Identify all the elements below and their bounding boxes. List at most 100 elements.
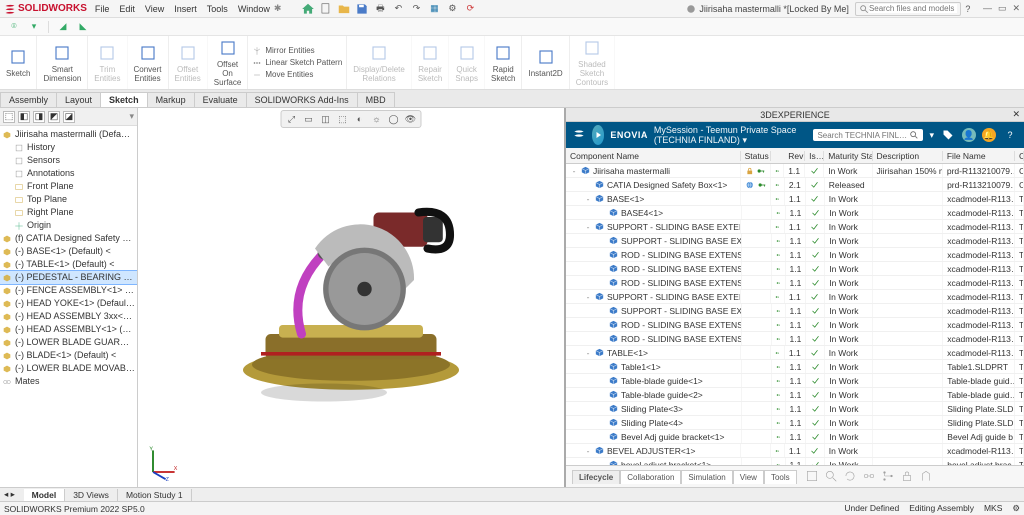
tool-refresh-icon[interactable] bbox=[843, 469, 857, 485]
col-filename[interactable]: File Name bbox=[943, 151, 1015, 161]
table-row[interactable]: ROD - SLIDING BASE EXTENSION<3>1.1In Wor… bbox=[566, 248, 1024, 262]
col-description[interactable]: Description bbox=[873, 151, 943, 161]
user-avatar-icon[interactable]: 👤 bbox=[962, 128, 976, 142]
status-gear-icon[interactable]: ⚙ bbox=[1012, 503, 1020, 514]
doc-tab-3d-views[interactable]: 3D Views bbox=[65, 489, 118, 501]
table-row[interactable]: -SUPPORT - SLIDING BASE EXTENSION-RH<1>1… bbox=[566, 290, 1024, 304]
fm-tab-icon[interactable]: ⬚ bbox=[3, 111, 15, 123]
qa-icon[interactable]: ◢ bbox=[55, 20, 71, 34]
feature-tree-item[interactable]: Annotations bbox=[0, 167, 137, 180]
qa-icon[interactable]: ▾ bbox=[26, 20, 42, 34]
table-row[interactable]: SUPPORT - SLIDING BASE EXTENSIONR…1.1In … bbox=[566, 304, 1024, 318]
table-row[interactable]: CATIA Designed Safety Box<1>2.1Releasedp… bbox=[566, 178, 1024, 192]
fm-tab-icon[interactable]: ◪ bbox=[63, 111, 75, 123]
component-grid[interactable]: -Jiirisaha mastermalli1.1In WorkJiirisah… bbox=[566, 164, 1024, 465]
table-row[interactable]: Sliding Plate<4>1.1In WorkSliding Plate.… bbox=[566, 416, 1024, 430]
tool-search-icon[interactable] bbox=[824, 469, 838, 485]
feature-tree-item[interactable]: (-) BASE<1> (Default) < bbox=[0, 245, 137, 258]
undo-icon[interactable]: ↶ bbox=[391, 2, 405, 16]
help-icon[interactable]: ? bbox=[1002, 127, 1018, 143]
redo-icon[interactable]: ↷ bbox=[409, 2, 423, 16]
feature-tree-item[interactable]: Mates bbox=[0, 375, 137, 388]
mini-tab-view[interactable]: View bbox=[733, 470, 764, 484]
mini-tab-tools[interactable]: Tools bbox=[764, 470, 797, 484]
table-row[interactable]: BASE4<1>1.1In Workxcadmodel-R113…Teemun … bbox=[566, 206, 1024, 220]
col-maturity[interactable]: Maturity State bbox=[824, 151, 872, 161]
tab-sketch[interactable]: Sketch bbox=[100, 92, 148, 107]
table-row[interactable]: -BEVEL ADJUSTER<1>1.1In Workxcadmodel-R1… bbox=[566, 444, 1024, 458]
status-units[interactable]: MKS bbox=[984, 503, 1002, 514]
session-label[interactable]: MySession - Teemun Private Space (TECHNI… bbox=[654, 125, 802, 146]
feature-tree-item[interactable]: (-) LOWER BLADE GUARD<1> (De… bbox=[0, 336, 137, 349]
qa-icon[interactable]: ⌾ bbox=[6, 20, 22, 34]
compass-icon[interactable] bbox=[592, 125, 604, 145]
print-icon[interactable]: 🖶 bbox=[373, 2, 387, 16]
maximize-icon[interactable]: ▭ bbox=[998, 3, 1007, 14]
new-icon[interactable] bbox=[319, 2, 333, 16]
feature-tree-item[interactable]: (-) HEAD YOKE<1> (Default) < bbox=[0, 297, 137, 310]
tool-lock-icon[interactable] bbox=[900, 469, 914, 485]
menu-file[interactable]: File bbox=[95, 4, 110, 14]
table-row[interactable]: ROD - SLIDING BASE EXTENSION<5>1.1In Wor… bbox=[566, 262, 1024, 276]
gear-icon[interactable]: ⚙ bbox=[445, 2, 459, 16]
feature-tree-item[interactable]: (-) PEDESTAL - BEARING SUPPOR bbox=[0, 271, 137, 284]
col-rev[interactable]: Rev bbox=[784, 151, 805, 161]
table-row[interactable]: -SUPPORT - SLIDING BASE EXTENSION - LH<1… bbox=[566, 220, 1024, 234]
doc-tab-nav[interactable]: ◂ ▸ bbox=[0, 489, 24, 500]
tab-assembly[interactable]: Assembly bbox=[0, 92, 57, 107]
doc-tab-motion-study-1[interactable]: Motion Study 1 bbox=[118, 489, 192, 501]
close-icon[interactable]: ✕ bbox=[1012, 3, 1020, 14]
feature-tree-item[interactable]: (-) FENCE ASSEMBLY<1> (Default bbox=[0, 284, 137, 297]
tool-icon[interactable] bbox=[805, 469, 819, 485]
ribbon-smart-dim[interactable]: SmartDimension bbox=[37, 36, 88, 89]
tool-branch-icon[interactable] bbox=[881, 469, 895, 485]
tag-icon[interactable] bbox=[940, 127, 956, 143]
tool-revision-icon[interactable] bbox=[862, 469, 876, 485]
col-is[interactable]: Is… bbox=[805, 151, 824, 161]
tab-layout[interactable]: Layout bbox=[56, 92, 101, 107]
search-input[interactable] bbox=[855, 2, 961, 16]
menu-window[interactable]: Window bbox=[238, 4, 270, 14]
fm-tab-icon[interactable]: ◧ bbox=[18, 111, 30, 123]
tab-mbd[interactable]: MBD bbox=[357, 92, 395, 107]
table-row[interactable]: ROD - SLIDING BASE EXTENSION<2>1.1In Wor… bbox=[566, 332, 1024, 346]
mini-tab-lifecycle[interactable]: Lifecycle bbox=[572, 470, 620, 484]
open-icon[interactable] bbox=[337, 2, 351, 16]
feature-tree-item[interactable]: (-) BLADE<1> (Default) < bbox=[0, 349, 137, 362]
feature-tree-root[interactable]: Jiirisaha mastermalli (Default) < bbox=[0, 128, 137, 141]
graphics-viewport[interactable]: ⤢ ▭ ◫ ⬚ ◐ ☼ ◯ 👁 bbox=[138, 108, 564, 487]
tab-markup[interactable]: Markup bbox=[147, 92, 195, 107]
menu-edit[interactable]: Edit bbox=[119, 4, 135, 14]
table-row[interactable]: Bevel Adj guide bracket<1>1.1In WorkBeve… bbox=[566, 430, 1024, 444]
minimize-icon[interactable]: — bbox=[983, 3, 992, 14]
orientation-triad[interactable]: Y X Z bbox=[144, 445, 180, 481]
enovia-search-input[interactable] bbox=[813, 129, 923, 141]
qa-icon[interactable]: ◣ bbox=[75, 20, 91, 34]
rebuild-icon[interactable]: ⟳ bbox=[463, 2, 477, 16]
panel-close-icon[interactable]: ✕ bbox=[1012, 109, 1020, 120]
menu-tools[interactable]: Tools bbox=[207, 4, 228, 14]
table-row[interactable]: SUPPORT - SLIDING BASE EXTENSION<1>1.1In… bbox=[566, 234, 1024, 248]
enovia-search-dropdown-icon[interactable]: ▾ bbox=[929, 130, 934, 141]
save-icon[interactable] bbox=[355, 2, 369, 16]
table-row[interactable]: -BASE<1>1.1In Workxcadmodel-R113…Teemun … bbox=[566, 192, 1024, 206]
mini-tab-simulation[interactable]: Simulation bbox=[681, 470, 732, 484]
table-row[interactable]: -TABLE<1>1.1In Workxcadmodel-R113…Teemun… bbox=[566, 346, 1024, 360]
feature-tree-item[interactable]: (-) HEAD ASSEMBLY 3xx<1> (Def… bbox=[0, 310, 137, 323]
home-icon[interactable] bbox=[301, 2, 315, 16]
ribbon-offset-surf[interactable]: OffsetOnSurface bbox=[208, 36, 249, 89]
ribbon-convert[interactable]: ConvertEntities bbox=[128, 36, 169, 89]
ribbon-rapid[interactable]: RapidSketch bbox=[485, 36, 522, 89]
table-row[interactable]: Sliding Plate<3>1.1In WorkSliding Plate.… bbox=[566, 402, 1024, 416]
tab-solidworks-add-ins[interactable]: SOLIDWORKS Add-Ins bbox=[246, 92, 358, 107]
fm-tab-icon[interactable]: ◨ bbox=[33, 111, 45, 123]
col-collab-space[interactable]: Collaborative Spa bbox=[1015, 151, 1024, 161]
feature-tree-item[interactable]: Right Plane bbox=[0, 206, 137, 219]
doc-tab-model[interactable]: Model bbox=[24, 489, 66, 501]
help-icon[interactable]: ? bbox=[961, 2, 975, 16]
table-row[interactable]: -Jiirisaha mastermalli1.1In WorkJiirisah… bbox=[566, 164, 1024, 178]
table-row[interactable]: ROD - SLIDING BASE EXTENSION<4>1.1In Wor… bbox=[566, 276, 1024, 290]
table-row[interactable]: Table1<1>1.1In WorkTable1.SLDPRTTeemun P… bbox=[566, 360, 1024, 374]
mini-tab-collaboration[interactable]: Collaboration bbox=[620, 470, 681, 484]
col-status[interactable]: Status bbox=[741, 151, 771, 161]
